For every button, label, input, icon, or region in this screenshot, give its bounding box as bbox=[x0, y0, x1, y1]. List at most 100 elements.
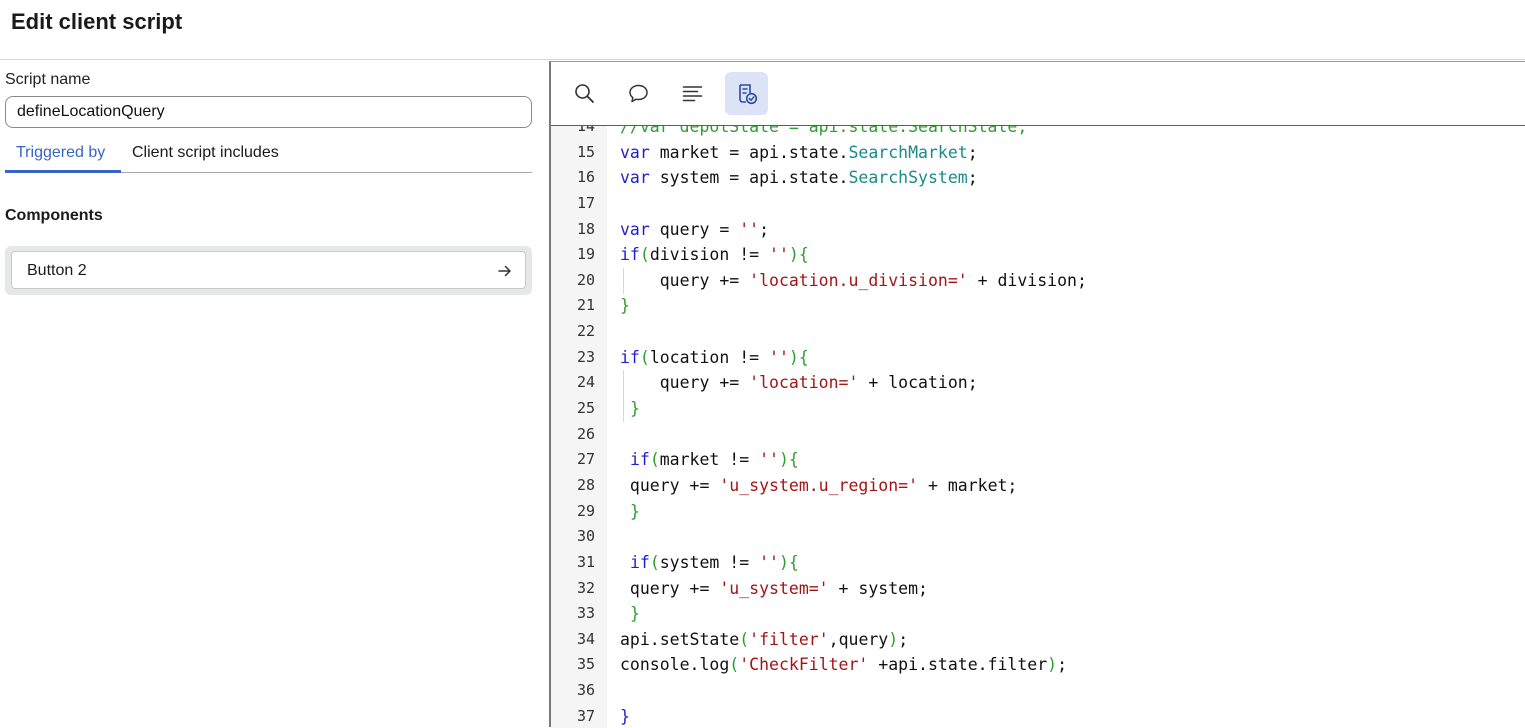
component-list: Button 2 bbox=[5, 246, 532, 295]
components-heading: Components bbox=[5, 207, 103, 224]
code-token: query += bbox=[620, 578, 720, 598]
code-token: var bbox=[620, 168, 650, 188]
code-text: } bbox=[620, 601, 640, 627]
code-token: query += bbox=[620, 475, 720, 495]
code-line: 18 var query = ''; bbox=[551, 217, 1525, 243]
code-text: console.log('CheckFilter' +api.state.fil… bbox=[620, 652, 1067, 678]
code-token: '' bbox=[759, 552, 779, 572]
code-token: 'CheckFilter' bbox=[739, 655, 869, 675]
code-line: 33 } bbox=[551, 601, 1525, 627]
code-token: ( bbox=[739, 629, 750, 649]
page-header: Edit client script bbox=[0, 0, 1525, 60]
code-token: ){ bbox=[778, 552, 799, 572]
code-token: ) bbox=[1047, 655, 1058, 675]
code-token: api.setState bbox=[620, 629, 740, 649]
comment-button[interactable] bbox=[617, 72, 660, 115]
search-icon bbox=[575, 84, 594, 103]
code-token: query = bbox=[649, 219, 740, 239]
code-token: console.log bbox=[620, 655, 730, 675]
code-line: 25 } bbox=[551, 396, 1525, 422]
code-token: //var depotState = api.state.SearchState… bbox=[620, 126, 1028, 136]
line-number: 20 bbox=[576, 270, 595, 289]
code-token: query += bbox=[620, 373, 750, 393]
code-token: ( bbox=[649, 552, 660, 572]
code-token: ; bbox=[967, 142, 978, 162]
line-number: 32 bbox=[576, 578, 595, 597]
code-line: 30 bbox=[551, 524, 1525, 550]
code-token: ,query bbox=[828, 629, 889, 649]
code-token: ( bbox=[649, 450, 660, 470]
code-text: } bbox=[620, 704, 630, 728]
code-line: 14 //var depotState = api.state.SearchSta… bbox=[551, 126, 1525, 140]
code-line: 17 bbox=[551, 191, 1525, 217]
code-token: SearchSystem bbox=[848, 168, 968, 188]
line-number: 25 bbox=[576, 399, 595, 418]
comment-icon bbox=[629, 84, 648, 103]
code-line: 19 if(division != ''){ bbox=[551, 242, 1525, 268]
code-token: if bbox=[620, 347, 640, 367]
code-line: 24 query += 'location=' + location; bbox=[551, 370, 1525, 396]
code-token: ){ bbox=[788, 347, 809, 367]
code-text: } bbox=[620, 293, 630, 319]
line-number: 30 bbox=[576, 527, 595, 546]
code-text: if(location != ''){ bbox=[620, 345, 809, 371]
line-number: 22 bbox=[576, 322, 595, 341]
code-token: market != bbox=[659, 450, 760, 470]
line-number: 17 bbox=[576, 193, 595, 212]
code-line: 32 query += 'u_system=' + system; bbox=[551, 576, 1525, 602]
code-token: } bbox=[629, 604, 640, 624]
tab-triggered-by[interactable]: Triggered by bbox=[16, 144, 105, 162]
code-token: ){ bbox=[778, 450, 799, 470]
code-line: 26 bbox=[551, 422, 1525, 448]
code-token: ( bbox=[729, 655, 740, 675]
line-number: 36 bbox=[576, 681, 595, 700]
code-token: } bbox=[629, 501, 640, 521]
code-text: } bbox=[620, 499, 640, 525]
code-token: } bbox=[620, 296, 630, 316]
line-number: 14 bbox=[576, 126, 595, 135]
code-line: 31 if(system != ''){ bbox=[551, 550, 1525, 576]
format-icon bbox=[682, 86, 703, 102]
code-token: '' bbox=[739, 219, 760, 239]
format-button[interactable] bbox=[671, 72, 714, 115]
code-line: 21} bbox=[551, 293, 1525, 319]
code-token: var bbox=[620, 142, 650, 162]
code-token: if bbox=[620, 245, 640, 265]
code-line: 27 if(market != ''){ bbox=[551, 447, 1525, 473]
line-number: 28 bbox=[576, 475, 595, 494]
line-number: 35 bbox=[576, 655, 595, 674]
code-line: 36 bbox=[551, 678, 1525, 704]
code-token: '' bbox=[769, 347, 789, 367]
line-number: 34 bbox=[576, 629, 595, 648]
line-number: 29 bbox=[576, 501, 595, 520]
line-number: 15 bbox=[576, 142, 595, 161]
code-text: var market = api.state.SearchMarket; bbox=[620, 140, 978, 166]
arrow-right-icon bbox=[498, 265, 511, 277]
code-line: 35 console.log('CheckFilter' +api.state.f… bbox=[551, 652, 1525, 678]
code-token: ; bbox=[1057, 655, 1068, 675]
code-text: query += 'u_system=' + system; bbox=[620, 576, 928, 602]
code-token: 'u_system=' bbox=[719, 578, 829, 598]
code-editor[interactable]: 14 //var depotState = api.state.SearchSta… bbox=[551, 126, 1525, 728]
code-token: division != bbox=[649, 245, 770, 265]
code-token: query += bbox=[620, 270, 750, 290]
component-item-button-2[interactable]: Button 2 bbox=[11, 251, 526, 289]
code-text: var system = api.state.SearchSystem; bbox=[620, 165, 978, 191]
indent-guide bbox=[623, 370, 624, 422]
line-number: 24 bbox=[576, 373, 595, 392]
code-token: ( bbox=[639, 347, 650, 367]
code-text: //var depotState = api.state.SearchState… bbox=[620, 126, 1027, 140]
code-token: ) bbox=[888, 629, 899, 649]
line-number: 21 bbox=[576, 296, 595, 315]
code-lines: 14 //var depotState = api.state.SearchSta… bbox=[551, 126, 1525, 728]
line-number: 27 bbox=[576, 450, 595, 469]
code-line: 16 var system = api.state.SearchSystem; bbox=[551, 165, 1525, 191]
line-number: 33 bbox=[576, 604, 595, 623]
validate-script-button[interactable] bbox=[725, 72, 768, 115]
tab-client-script-includes[interactable]: Client script includes bbox=[132, 144, 279, 162]
tab-bar: Triggered by Client script includes bbox=[5, 139, 532, 173]
script-name-input[interactable] bbox=[5, 96, 532, 128]
search-button[interactable] bbox=[563, 72, 606, 115]
code-token: + market; bbox=[918, 475, 1018, 495]
